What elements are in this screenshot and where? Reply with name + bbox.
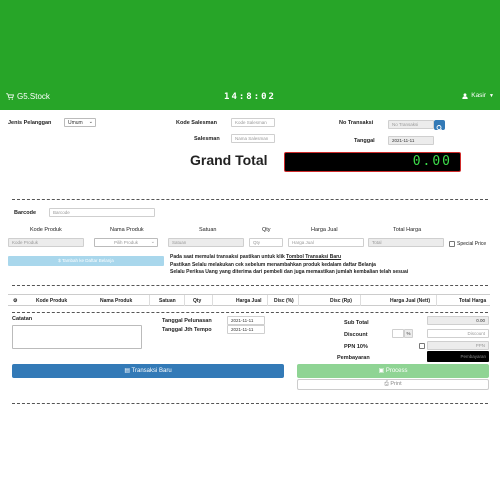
col-qty: Qty	[262, 227, 271, 233]
divider	[12, 403, 488, 404]
catatan-label: Catatan	[12, 316, 33, 322]
sub-total-output: 0.00	[427, 316, 489, 325]
col-kode-produk: Kode Produk	[30, 227, 62, 233]
kode-produk-input[interactable]: Kode Produk	[8, 238, 84, 247]
discount-label: Discount	[344, 332, 368, 338]
th-nama-produk: Nama Produk	[100, 298, 133, 304]
print-label: Print	[390, 381, 402, 387]
print-button[interactable]: ⎙ Print	[297, 379, 489, 390]
document-icon: ▤	[124, 368, 132, 374]
col-total-harga: Total Harga	[393, 227, 422, 233]
new-transaction-link[interactable]: Tombol Transaksi Baru	[286, 254, 341, 260]
th-harga-jual: Harga Jual	[236, 298, 262, 304]
process-button[interactable]: ▣ Process	[297, 364, 489, 378]
barcode-label: Barcode	[14, 210, 37, 216]
special-price-label: Special Price	[457, 241, 487, 247]
pembayaran-label: Pembayaran	[337, 355, 370, 361]
column-separator	[212, 295, 213, 306]
catatan-textarea[interactable]	[12, 325, 142, 349]
discount-percent-input[interactable]	[392, 329, 404, 338]
ppn-output: PPN	[427, 341, 489, 350]
tanggal-pelunasan-input[interactable]: 2021-11-11	[227, 316, 265, 325]
ppn-label: PPN 10%	[344, 344, 368, 350]
caret-down-icon: ▼	[489, 92, 494, 99]
nama-produk-select[interactable]: Pilih Produk ⌄	[94, 238, 158, 247]
th-harga-nett: Harga Jual (Nett)	[390, 298, 431, 304]
satuan-input[interactable]: Satuan	[168, 238, 244, 247]
column-separator	[184, 295, 185, 306]
note-line-1: Pada saat memulai transaksi pastikan unt…	[170, 254, 408, 262]
column-separator	[436, 295, 437, 306]
gear-icon: ⚙	[13, 298, 18, 304]
top-header-bar: G5.Stock 14:8:02 Kasir ▼	[0, 0, 500, 110]
no-transaksi-label: No Transaksi	[339, 120, 374, 126]
process-label: Process	[385, 368, 408, 374]
pembayaran-input[interactable]: Pembayaran	[427, 351, 489, 362]
th-satuan: Satuan	[159, 298, 176, 304]
kode-salesman-label: Kode Salesman	[176, 120, 217, 126]
search-icon	[436, 125, 443, 131]
tanggal-jatuh-tempo-input[interactable]: 2021-11-11	[227, 325, 265, 334]
user-menu[interactable]: Kasir ▼	[462, 92, 494, 99]
grand-total-label: Grand Total	[190, 152, 268, 168]
col-harga-jual: Harga Jual	[311, 227, 338, 233]
chevron-down-icon: ⌄	[88, 119, 93, 125]
column-separator	[360, 295, 361, 306]
no-transaksi-input[interactable]: No Transaksi	[388, 120, 434, 129]
sub-total-label: Sub Total	[344, 320, 369, 326]
pos-page: G5.Stock 14:8:02 Kasir ▼ Jenis Pelanggan…	[0, 0, 500, 500]
chevron-down-icon: ⌄	[150, 239, 155, 245]
add-to-cart-label: Tambah ke Daftar Belanja	[61, 258, 114, 263]
new-transaction-label: Transaksi Baru	[131, 368, 172, 374]
nama-produk-placeholder: Pilih Produk	[113, 240, 138, 245]
ppn-checkbox[interactable]	[419, 343, 425, 349]
jenis-pelanggan-select[interactable]: Umum ⌄	[64, 118, 96, 127]
user-name: Kasir	[471, 92, 487, 99]
clock-display: 14:8:02	[224, 92, 276, 102]
cart-table-header: ⚙ Kode Produk Nama Produk Satuan Qty Har…	[8, 294, 490, 306]
tanggal-label: Tanggal	[354, 138, 375, 144]
grand-total-display: 0.00	[284, 152, 461, 172]
tanggal-jatuh-tempo-label: Tanggal Jth Tempo	[162, 327, 212, 333]
th-total-harga: Total Harga	[459, 298, 487, 304]
note-line-3: Selalu Periksa Uang yang diterima dari p…	[170, 269, 409, 275]
divider	[12, 199, 488, 200]
user-icon	[462, 92, 468, 99]
qty-input[interactable]: Qty	[249, 238, 283, 247]
salesman-label: Salesman	[194, 136, 220, 142]
kode-salesman-input[interactable]: Kode Salesman	[231, 118, 275, 127]
col-satuan: Satuan	[199, 227, 217, 233]
barcode-input[interactable]: Barcode	[49, 208, 155, 217]
jenis-pelanggan-label: Jenis Pelanggan	[8, 120, 52, 126]
th-disc-pct: Disc (%)	[274, 298, 294, 304]
column-separator	[267, 295, 268, 306]
th-kode-produk: Kode Produk	[36, 298, 68, 304]
add-to-cart-button[interactable]: $ Tambah ke Daftar Belanja	[8, 256, 164, 266]
new-transaction-button[interactable]: ▤ Transaksi Baru	[12, 364, 284, 378]
instruction-notes: Pada saat memulai transaksi pastikan unt…	[170, 254, 408, 277]
note-line-1-text: Pada saat memulai transaksi pastikan unt…	[170, 254, 287, 260]
special-price-checkbox[interactable]	[449, 241, 455, 247]
divider	[12, 285, 488, 286]
col-nama-produk: Nama Produk	[110, 227, 144, 233]
th-disc-rp: Disc (Rp)	[330, 298, 352, 304]
column-separator	[298, 295, 299, 306]
total-harga-input[interactable]: Total	[368, 238, 444, 247]
note-line-2: Pastikan Selalu melakukan cek sebelum me…	[170, 261, 376, 268]
search-transaction-button[interactable]	[434, 120, 445, 131]
tanggal-pelunasan-label: Tanggal Pelunasan	[162, 318, 212, 324]
divider	[12, 312, 488, 313]
column-separator	[149, 295, 150, 306]
jenis-pelanggan-value: Umum	[68, 120, 83, 126]
th-qty: Qty	[193, 298, 202, 304]
harga-jual-input[interactable]: Harga Jual	[288, 238, 364, 247]
discount-percent-unit: %	[404, 329, 413, 338]
discount-input[interactable]: Discount	[427, 329, 489, 338]
save-icon: ▣	[378, 368, 386, 374]
salesman-input[interactable]: Nama Salesman	[231, 134, 275, 143]
tanggal-input[interactable]: 2021-11-11	[388, 136, 434, 145]
